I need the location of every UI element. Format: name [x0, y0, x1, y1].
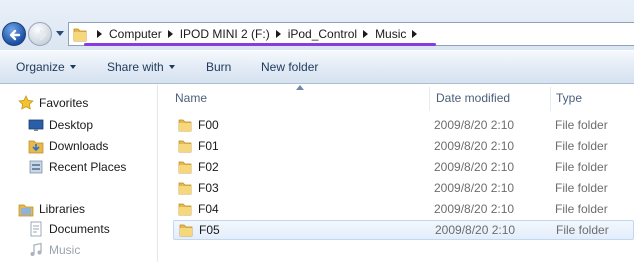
breadcrumb-drive[interactable]: IPOD MINI 2 (F:) [180, 27, 270, 41]
breadcrumb-chevron-icon[interactable] [167, 30, 173, 38]
type-cell: File folder [556, 223, 609, 237]
type-cell: File folder [555, 181, 608, 195]
nav-item-label: Recent Places [49, 160, 127, 174]
column-header-type[interactable]: Type [556, 85, 634, 111]
navigation-pane: Favorites Desktop Downloads Recent Place… [0, 85, 158, 262]
file-name-cell: F04 [178, 202, 219, 216]
file-name-cell: F01 [178, 139, 219, 153]
nav-item-label: Desktop [49, 118, 94, 132]
breadcrumb: Computer IPOD MINI 2 (F:) iPod_Control M… [91, 23, 424, 45]
address-highlight-underline [84, 43, 436, 46]
table-row[interactable]: F05 2009/8/20 2:10 File folder [173, 220, 634, 240]
chevron-down-icon [168, 65, 175, 69]
breadcrumb-chevron-icon[interactable] [275, 30, 281, 38]
nav-favorites-label: Favorites [39, 96, 89, 110]
column-divider[interactable] [550, 87, 551, 111]
folder-icon [179, 224, 193, 237]
new-folder-label: New folder [261, 60, 319, 74]
breadcrumb-chevron-icon[interactable] [97, 30, 102, 38]
recent-places-icon [28, 159, 44, 175]
date-modified-cell: 2009/8/20 2:10 [435, 223, 516, 237]
column-header-date-label: Date modified [436, 91, 511, 105]
table-row[interactable]: F00 2009/8/20 2:10 File folder [173, 115, 634, 135]
nav-item-label: Downloads [49, 139, 109, 153]
table-row[interactable]: F03 2009/8/20 2:10 File folder [173, 178, 634, 198]
forward-arrow-icon [35, 29, 47, 41]
file-name-cell: F00 [178, 118, 219, 132]
nav-item-label: Documents [49, 222, 110, 236]
back-arrow-icon [9, 29, 21, 41]
nav-libraries[interactable]: Libraries [18, 199, 85, 219]
folder-icon [178, 140, 192, 153]
file-name: F01 [198, 139, 219, 153]
organize-button[interactable]: Organize [16, 60, 76, 74]
file-name: F05 [199, 223, 220, 237]
type-cell: File folder [555, 160, 608, 174]
folder-icon [178, 119, 192, 132]
music-icon [28, 242, 44, 258]
table-row[interactable]: F04 2009/8/20 2:10 File folder [173, 199, 634, 219]
address-row: Computer IPOD MINI 2 (F:) iPod_Control M… [0, 0, 634, 50]
breadcrumb-chevron-icon[interactable] [363, 30, 369, 38]
table-row[interactable]: F02 2009/8/20 2:10 File folder [173, 157, 634, 177]
downloads-folder-icon [28, 138, 44, 154]
type-cell: File folder [555, 118, 608, 132]
type-cell: File folder [555, 139, 608, 153]
file-name-cell: F03 [178, 181, 219, 195]
share-with-label: Share with [107, 60, 164, 74]
date-modified-cell: 2009/8/20 2:10 [434, 139, 515, 153]
command-bar: Organize Share with Burn New folder [0, 50, 634, 84]
nav-item-recent-places[interactable]: Recent Places [28, 157, 126, 177]
forward-button[interactable] [28, 22, 52, 46]
share-with-button[interactable]: Share with [107, 60, 175, 74]
nav-favorites[interactable]: Favorites [18, 93, 88, 113]
new-folder-button[interactable]: New folder [261, 60, 318, 74]
nav-item-downloads[interactable]: Downloads [28, 136, 108, 156]
nav-item-desktop[interactable]: Desktop [28, 115, 93, 135]
breadcrumb-music[interactable]: Music [375, 27, 406, 41]
folder-icon [178, 203, 192, 216]
back-button[interactable] [2, 22, 26, 46]
desktop-icon [28, 117, 44, 133]
burn-button[interactable]: Burn [206, 60, 231, 74]
date-modified-cell: 2009/8/20 2:10 [434, 118, 515, 132]
column-header-date-modified[interactable]: Date modified [436, 85, 550, 111]
file-list: Name Date modified Type F00 2009/8/20 2:… [159, 85, 634, 262]
file-name: F04 [198, 202, 219, 216]
nav-item-label: Music [49, 243, 81, 257]
type-cell: File folder [555, 202, 608, 216]
burn-label: Burn [206, 60, 232, 74]
documents-icon [28, 221, 44, 237]
folder-icon [73, 28, 87, 42]
file-name-cell: F05 [179, 223, 220, 237]
nav-libraries-label: Libraries [39, 202, 86, 216]
column-header-type-label: Type [556, 91, 583, 105]
date-modified-cell: 2009/8/20 2:10 [434, 202, 515, 216]
column-header-name[interactable]: Name [175, 85, 429, 111]
nav-item-documents[interactable]: Documents [28, 219, 110, 239]
date-modified-cell: 2009/8/20 2:10 [434, 160, 515, 174]
libraries-icon [18, 201, 34, 217]
column-divider[interactable] [429, 87, 430, 111]
folder-icon [178, 161, 192, 174]
organize-label: Organize [16, 60, 65, 74]
date-modified-cell: 2009/8/20 2:10 [434, 181, 515, 195]
nav-item-music[interactable]: Music [28, 240, 80, 260]
file-name-cell: F02 [178, 160, 219, 174]
table-row[interactable]: F01 2009/8/20 2:10 File folder [173, 136, 634, 156]
file-name: F02 [198, 160, 219, 174]
chevron-down-icon [69, 65, 76, 69]
breadcrumb-ipod-control[interactable]: iPod_Control [288, 27, 357, 41]
file-name: F03 [198, 181, 219, 195]
folder-icon [178, 182, 192, 195]
star-icon [18, 95, 34, 111]
file-name: F00 [198, 118, 219, 132]
column-header-name-label: Name [175, 91, 208, 105]
recent-pages-dropdown-icon[interactable] [56, 31, 64, 37]
breadcrumb-computer[interactable]: Computer [109, 27, 162, 41]
breadcrumb-chevron-icon[interactable] [412, 30, 418, 38]
